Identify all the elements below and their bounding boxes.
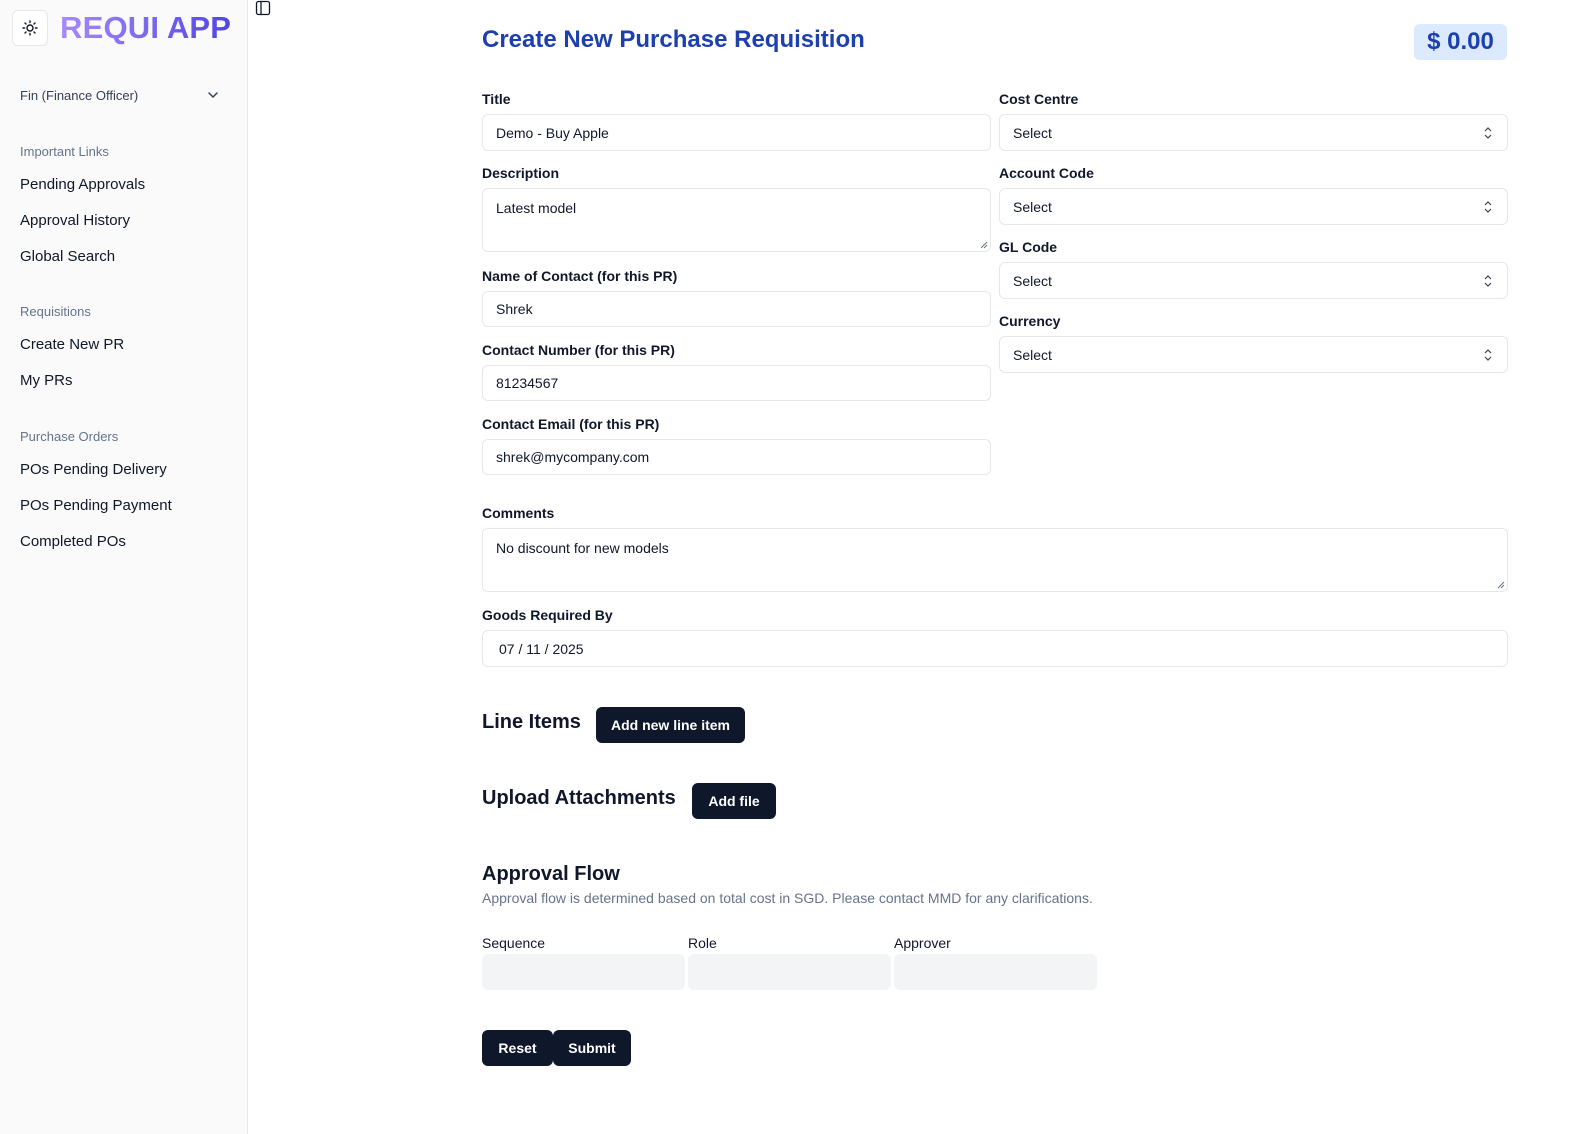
approver-column-header: Approver xyxy=(894,935,951,951)
currency-label: Currency xyxy=(999,313,1061,329)
chevron-up-down-icon xyxy=(1484,200,1492,213)
account-code-select[interactable]: Select xyxy=(999,188,1508,225)
upload-attachments-heading: Upload Attachments xyxy=(482,787,676,809)
brand-row: REQUI APP xyxy=(12,10,231,46)
add-file-button[interactable]: Add file xyxy=(692,783,776,819)
required-by-label: Goods Required By xyxy=(482,607,613,623)
description-textarea[interactable]: Latest model xyxy=(482,188,991,252)
nav-section-purchase-orders: Purchase Orders xyxy=(20,429,119,444)
account-code-value: Select xyxy=(1013,198,1052,215)
sidebar-item-approval-history[interactable]: Approval History xyxy=(20,212,130,229)
theme-toggle-button[interactable] xyxy=(12,10,48,46)
sidebar-item-create-new-pr[interactable]: Create New PR xyxy=(20,336,124,353)
resize-handle-icon[interactable] xyxy=(1497,581,1505,589)
submit-button[interactable]: Submit xyxy=(553,1030,631,1066)
sidebar-item-completed-pos[interactable]: Completed POs xyxy=(20,533,126,550)
approval-flow-heading: Approval Flow xyxy=(482,863,620,885)
title-input[interactable]: Demo - Buy Apple xyxy=(482,114,991,151)
page-title: Create New Purchase Requisition xyxy=(482,26,865,53)
contact-name-label: Name of Contact (for this PR) xyxy=(482,268,678,284)
sequence-column-header: Sequence xyxy=(482,935,546,951)
role-column-header: Role xyxy=(688,935,717,951)
sidebar-item-pos-pending-delivery[interactable]: POs Pending Delivery xyxy=(20,461,167,478)
sidebar-toggle-icon[interactable] xyxy=(255,0,271,16)
nav-section-requisitions: Requisitions xyxy=(20,304,91,319)
comments-text: No discount for new models xyxy=(496,540,669,556)
gl-code-select[interactable]: Select xyxy=(999,262,1508,299)
contact-number-input[interactable]: 81234567 xyxy=(482,365,991,401)
approver-cell xyxy=(894,954,1097,990)
description-text: Latest model xyxy=(496,200,577,216)
app-logo: REQUI APP xyxy=(60,10,232,45)
account-code-label: Account Code xyxy=(999,165,1094,181)
role-cell xyxy=(688,954,891,990)
chevron-up-down-icon xyxy=(1484,348,1492,361)
approval-flow-note: Approval flow is determined based on tot… xyxy=(482,890,1093,906)
nav-section-important-links: Important Links xyxy=(20,144,109,159)
contact-email-label: Contact Email (for this PR) xyxy=(482,416,660,432)
cost-centre-value: Select xyxy=(1013,124,1052,141)
add-line-item-button[interactable]: Add new line item xyxy=(596,707,745,743)
contact-name-input[interactable]: Shrek xyxy=(482,291,991,327)
sidebar-item-global-search[interactable]: Global Search xyxy=(20,248,115,265)
gl-code-label: GL Code xyxy=(999,239,1058,255)
role-selector-label: Fin (Finance Officer) xyxy=(20,87,139,103)
sidebar: REQUI APP Fin (Finance Officer) Importan… xyxy=(0,0,248,1134)
chevron-up-down-icon xyxy=(1484,126,1492,139)
comments-textarea[interactable]: No discount for new models xyxy=(482,528,1508,592)
sidebar-item-my-prs[interactable]: My PRs xyxy=(20,372,73,389)
gl-code-value: Select xyxy=(1013,272,1052,289)
sidebar-item-pos-pending-payment[interactable]: POs Pending Payment xyxy=(20,497,172,514)
sidebar-item-pending-approvals[interactable]: Pending Approvals xyxy=(20,176,145,193)
currency-select[interactable]: Select xyxy=(999,336,1508,373)
cost-centre-select[interactable]: Select xyxy=(999,114,1508,151)
role-selector[interactable]: Fin (Finance Officer) xyxy=(20,84,220,106)
sequence-cell xyxy=(482,954,685,990)
resize-handle-icon[interactable] xyxy=(980,241,988,249)
required-by-date-input[interactable]: 07 / 11 / 2025 xyxy=(482,630,1508,667)
currency-value: Select xyxy=(1013,346,1052,363)
reset-button[interactable]: Reset xyxy=(482,1030,553,1066)
chevron-down-icon xyxy=(208,92,218,98)
contact-email-input[interactable]: shrek@mycompany.com xyxy=(482,439,991,475)
title-label: Title xyxy=(482,91,511,107)
line-items-heading: Line Items xyxy=(482,711,581,733)
cost-centre-label: Cost Centre xyxy=(999,91,1079,107)
total-amount-badge: $ 0.00 xyxy=(1414,24,1507,60)
comments-label: Comments xyxy=(482,505,555,521)
contact-number-label: Contact Number (for this PR) xyxy=(482,342,675,358)
description-label: Description xyxy=(482,165,560,181)
sun-icon xyxy=(22,20,38,36)
chevron-up-down-icon xyxy=(1484,274,1492,287)
